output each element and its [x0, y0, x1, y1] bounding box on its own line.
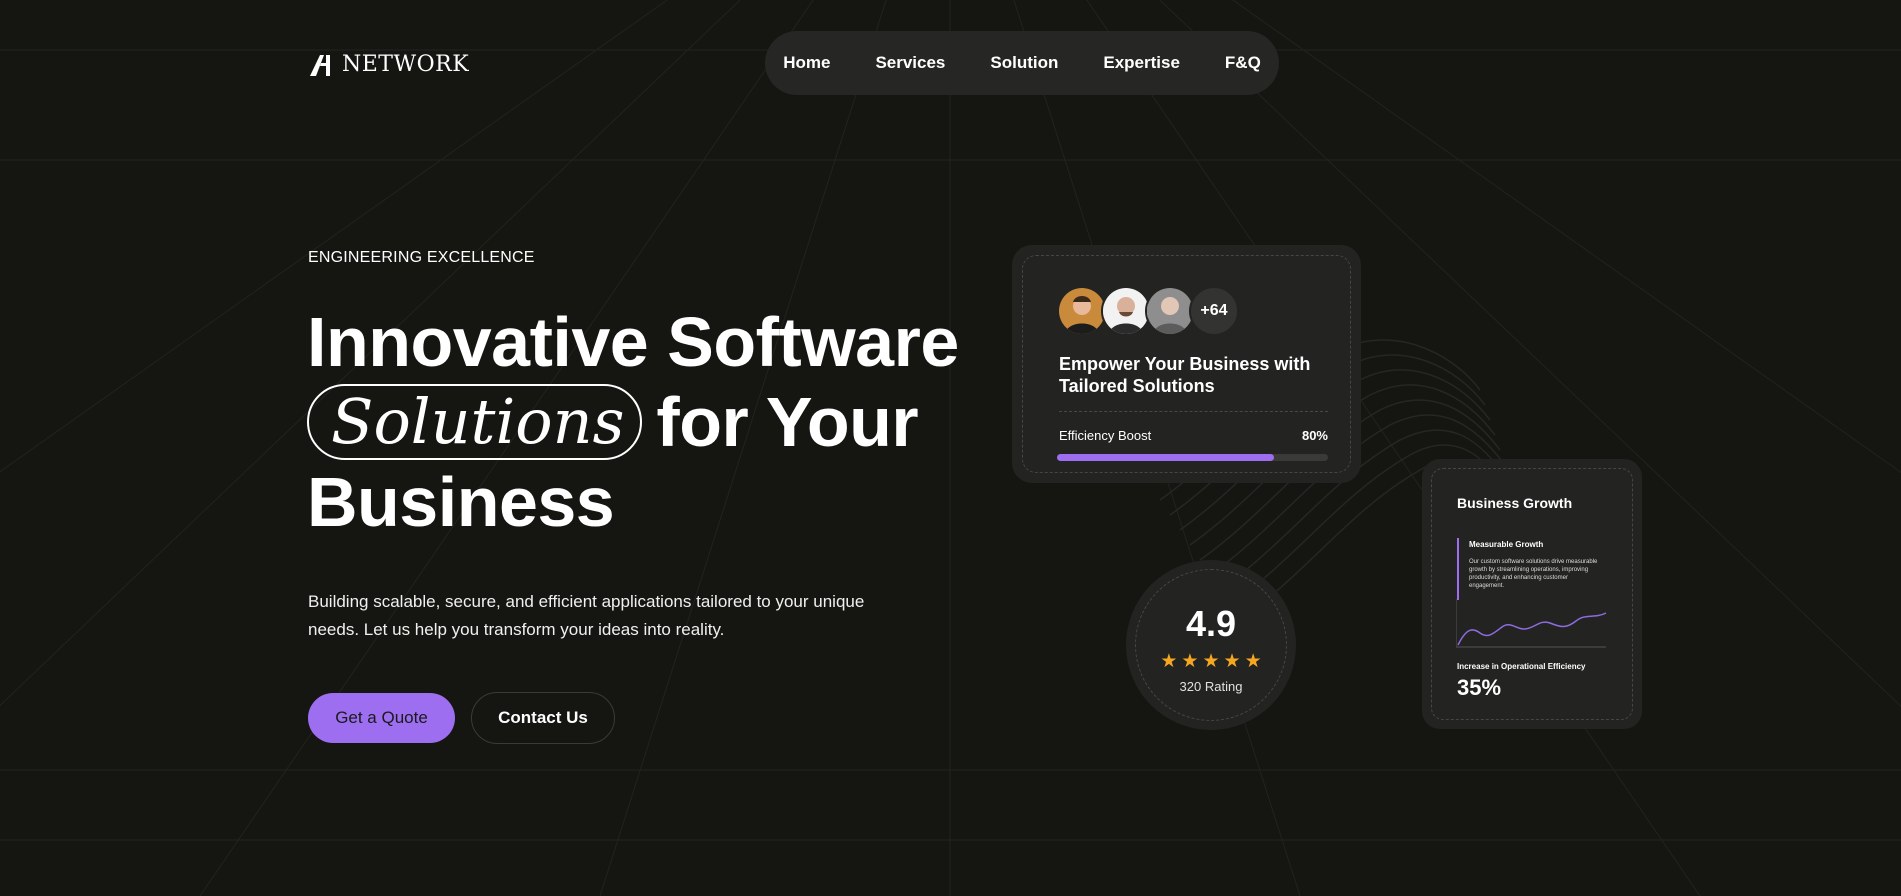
nav-item-services[interactable]: Services	[853, 53, 968, 73]
star-icon: ★	[1181, 651, 1203, 672]
rating-count: 320 Rating	[1179, 679, 1243, 694]
rating-score: 4.9	[1185, 603, 1237, 644]
nav-item-faq[interactable]: F&Q	[1202, 53, 1283, 73]
avatar-more-count: +64	[1189, 286, 1239, 336]
business-growth-subtitle: Measurable Growth	[1469, 540, 1544, 549]
business-growth-title: Business Growth	[1457, 495, 1573, 511]
growth-sparkline	[1456, 599, 1607, 648]
headline-highlight: Solutions	[307, 384, 643, 460]
avatar	[1057, 286, 1107, 336]
nav-item-solution[interactable]: Solution	[968, 53, 1081, 73]
efficiency-progress-fill	[1057, 454, 1274, 461]
avatar-group: +64	[1057, 286, 1239, 336]
efficiency-label: Efficiency Boost	[1059, 428, 1152, 443]
brand-name: NETWORK	[342, 52, 470, 77]
avatar	[1145, 286, 1195, 336]
nav-item-home[interactable]: Home	[761, 53, 853, 73]
empower-card: +64 Empower Your Business with Tailored …	[1012, 245, 1361, 483]
contact-us-button[interactable]: Contact Us	[471, 692, 615, 744]
headline-line-2: Solutions for Your	[307, 382, 987, 462]
rating-badge-inner: 4.9 ★★★★★ 320 Rating	[1135, 569, 1287, 721]
hero-headline: Innovative Software Solutions for Your B…	[307, 302, 987, 542]
star-icon: ★	[1244, 651, 1266, 672]
star-icon: ★	[1160, 651, 1182, 672]
star-icon: ★	[1202, 651, 1224, 672]
business-growth-description: Our custom software solutions drive meas…	[1469, 559, 1598, 589]
efficiency-progress-track	[1057, 454, 1328, 461]
empower-card-inner: +64 Empower Your Business with Tailored …	[1022, 255, 1351, 473]
accent-bar	[1457, 538, 1459, 600]
hero-eyebrow: ENGINEERING EXCELLENCE	[308, 249, 535, 266]
increase-label: Increase in Operational Efficiency	[1457, 662, 1586, 671]
rating-stars: ★★★★★	[1160, 650, 1265, 673]
business-growth-card-inner: Business Growth Measurable Growth Our cu…	[1431, 468, 1633, 720]
nav-item-expertise[interactable]: Expertise	[1081, 53, 1203, 73]
brand-logo[interactable]: NETWORK	[308, 52, 469, 77]
logo-mark-icon	[310, 54, 330, 76]
avatar	[1101, 286, 1151, 336]
headline-line-2-rest: for Your	[656, 383, 919, 461]
increase-value: 35%	[1457, 675, 1502, 700]
get-quote-button[interactable]: Get a Quote	[308, 693, 455, 743]
business-growth-card: Business Growth Measurable Growth Our cu…	[1422, 459, 1642, 729]
efficiency-value: 80%	[1301, 428, 1328, 443]
star-icon: ★	[1223, 651, 1245, 672]
divider	[1059, 411, 1328, 412]
hero-subtext: Building scalable, secure, and efficient…	[308, 592, 865, 639]
rating-badge: 4.9 ★★★★★ 320 Rating	[1126, 560, 1296, 730]
headline-line-3: Business	[307, 463, 615, 541]
empower-card-title: Empower Your Business with Tailored Solu…	[1059, 354, 1311, 396]
headline-line-1: Innovative Software	[307, 303, 959, 381]
main-nav: Home Services Solution Expertise F&Q	[765, 31, 1279, 95]
